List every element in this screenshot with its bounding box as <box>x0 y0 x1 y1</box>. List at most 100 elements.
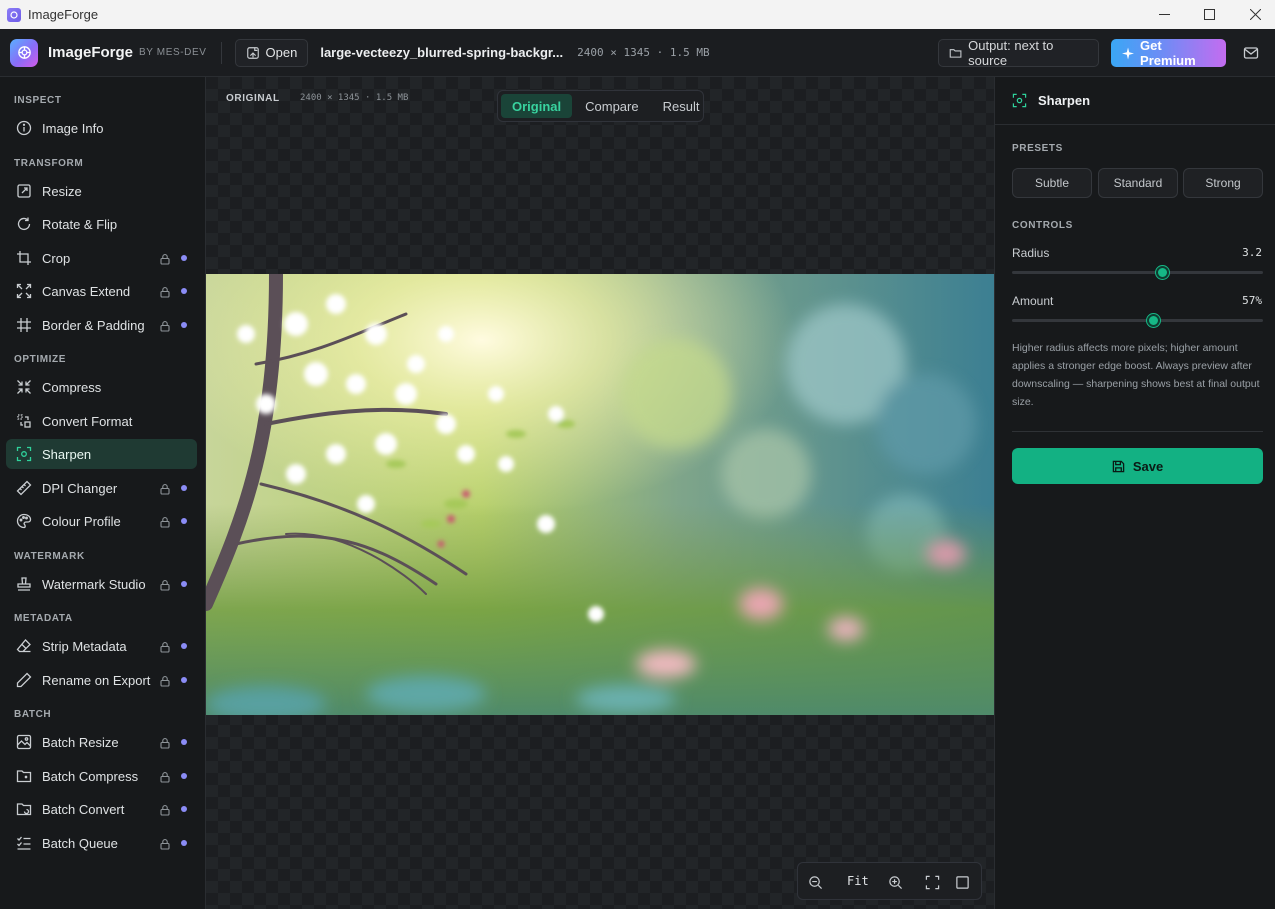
premium-dot <box>181 288 187 294</box>
zoom-fit-button[interactable]: Fit <box>847 874 869 888</box>
mode-original[interactable]: Original <box>501 94 573 118</box>
file-meta: 2400 × 1345 · 1.5 MB <box>577 46 710 59</box>
lock-icon <box>159 578 171 591</box>
premium-dot <box>181 322 187 328</box>
pencil-icon <box>15 672 32 689</box>
lock-icon <box>159 803 171 816</box>
app-icon <box>7 7 21 22</box>
sidebar-item-dpi-changer[interactable]: DPI Changer <box>6 473 197 503</box>
preset-strong-button[interactable]: Strong <box>1183 168 1263 198</box>
sidebar-item-colour-profile[interactable]: Colour Profile <box>6 506 197 536</box>
premium-dot <box>181 677 187 683</box>
mail-icon[interactable] <box>1240 43 1262 63</box>
sidebar-item-label: Watermark Studio <box>42 576 146 592</box>
mode-result[interactable]: Result <box>652 94 711 118</box>
save-button[interactable]: Save <box>1012 448 1263 484</box>
preset-subtle-button[interactable]: Subtle <box>1012 168 1092 198</box>
panel-header: Sharpen <box>995 77 1275 125</box>
sidebar-item-batch-resize[interactable]: Batch Resize <box>6 727 197 757</box>
sidebar: INSPECT TRANSFORM OPTIMIZE WATERMARK MET… <box>0 77 206 909</box>
view-mode-toggle: Original Compare Result <box>497 90 704 122</box>
file-name: large-vecteezy_blurred-spring-backgr... <box>320 45 564 60</box>
sidebar-item-rotate-flip[interactable]: Rotate & Flip <box>6 209 197 239</box>
sharpen-icon <box>1012 93 1027 108</box>
sidebar-item-label: Batch Resize <box>42 734 119 750</box>
radius-slider[interactable] <box>1012 266 1263 279</box>
sidebar-item-border-padding[interactable]: Border & Padding <box>6 310 197 340</box>
sidebar-item-convert-format[interactable]: Convert Format <box>6 406 197 436</box>
sidebar-item-rename-on-export[interactable]: Rename on Export <box>6 665 197 695</box>
list-check-icon <box>15 835 32 852</box>
window-title: ImageForge <box>28 7 99 22</box>
get-premium-button[interactable]: Get Premium <box>1111 38 1226 68</box>
get-premium-label: Get Premium <box>1140 38 1196 68</box>
preview-image <box>206 274 994 715</box>
fullscreen-icon[interactable] <box>923 873 941 891</box>
lock-icon <box>159 285 171 298</box>
section-title-metadata: METADATA <box>14 613 73 624</box>
open-button[interactable]: Open <box>234 38 309 67</box>
premium-dot <box>181 581 187 587</box>
premium-dot <box>181 518 187 524</box>
app-logo <box>10 38 38 67</box>
sidebar-item-label: Canvas Extend <box>42 283 131 299</box>
sidebar-item-batch-compress[interactable]: Batch Compress <box>6 761 197 791</box>
save-icon <box>1112 460 1125 472</box>
sidebar-item-canvas-extend[interactable]: Canvas Extend <box>6 276 197 306</box>
images-icon <box>15 734 32 751</box>
save-button-label: Save <box>1132 458 1164 474</box>
close-button[interactable] <box>1232 0 1275 29</box>
compress-icon <box>15 379 32 396</box>
folder-convert-icon <box>15 801 32 818</box>
lock-icon <box>159 770 171 783</box>
output-location-button[interactable]: Output: next to source <box>938 38 1099 68</box>
minimize-button[interactable] <box>1141 0 1187 29</box>
preset-standard-button[interactable]: Standard <box>1098 168 1178 198</box>
ruler-icon <box>15 480 32 497</box>
sidebar-item-label: Compress <box>42 379 102 395</box>
sidebar-item-crop[interactable]: Crop <box>6 243 197 273</box>
sidebar-item-label: Sharpen <box>42 446 92 462</box>
lock-icon <box>159 319 171 332</box>
sidebar-item-image-info[interactable]: Image Info <box>6 113 197 143</box>
sidebar-item-strip-metadata[interactable]: Strip Metadata <box>6 631 197 661</box>
panel-title: Sharpen <box>1038 93 1091 108</box>
resize-icon <box>15 183 32 200</box>
lock-icon <box>159 837 171 850</box>
sidebar-item-watermark-studio[interactable]: Watermark Studio <box>6 569 197 599</box>
section-title-inspect: INSPECT <box>14 95 62 106</box>
maximize-button[interactable] <box>1186 0 1232 29</box>
sidebar-item-compress[interactable]: Compress <box>6 372 197 402</box>
radius-slider-thumb[interactable] <box>1156 266 1170 279</box>
image-canvas[interactable]: ORIGINAL 2400 × 1345 · 1.5 MB Original C… <box>206 77 994 909</box>
expand-icon <box>15 283 32 300</box>
sidebar-item-label: Strip Metadata <box>42 638 127 654</box>
premium-dot <box>181 840 187 846</box>
premium-dot <box>181 773 187 779</box>
section-title-optimize: OPTIMIZE <box>14 354 67 365</box>
sidebar-item-label: Rename on Export <box>42 672 151 688</box>
open-button-label: Open <box>265 45 298 60</box>
premium-dot <box>181 739 187 745</box>
controls-title: CONTROLS <box>1012 220 1073 231</box>
lock-icon <box>159 482 171 495</box>
amount-slider-thumb[interactable] <box>1147 314 1161 327</box>
sidebar-item-batch-convert[interactable]: Batch Convert <box>6 794 197 824</box>
sidebar-item-sharpen[interactable]: Sharpen <box>6 439 197 469</box>
zoom-in-icon[interactable] <box>886 873 904 891</box>
amount-slider[interactable] <box>1012 314 1263 327</box>
lock-icon <box>159 515 171 528</box>
sidebar-item-batch-queue[interactable]: Batch Queue <box>6 828 197 858</box>
radius-value: 3.2 <box>1242 246 1262 259</box>
presets-title: PRESETS <box>1012 143 1063 154</box>
amount-value: 57% <box>1242 294 1262 307</box>
stamp-icon <box>15 576 32 593</box>
mode-compare[interactable]: Compare <box>574 94 649 118</box>
brand-by: BY MES-DEV <box>139 47 207 58</box>
sidebar-item-label: Colour Profile <box>42 513 121 529</box>
zoom-out-icon[interactable] <box>806 873 824 891</box>
eraser-icon <box>15 638 32 655</box>
sidebar-item-resize[interactable]: Resize <box>6 176 197 206</box>
actual-size-icon[interactable] <box>953 873 971 891</box>
premium-dot <box>181 643 187 649</box>
